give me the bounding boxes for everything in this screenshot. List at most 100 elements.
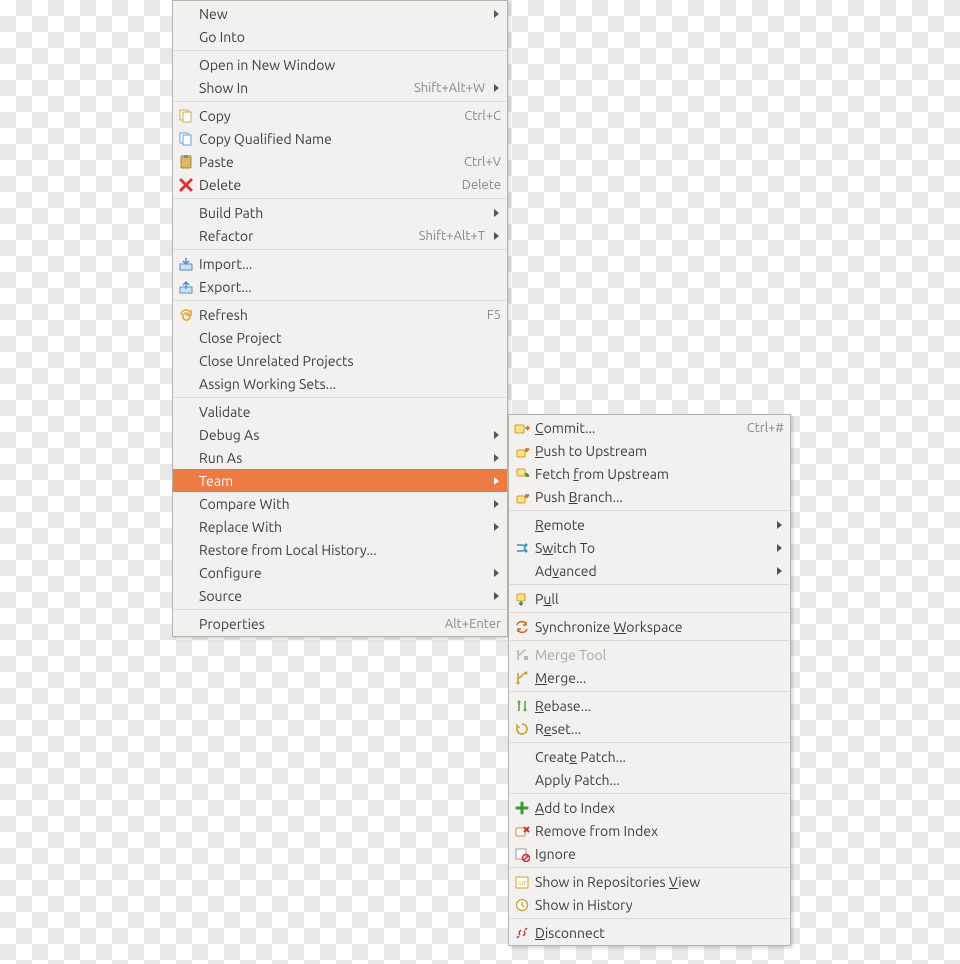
menu-debug-as[interactable]: Debug As <box>173 423 507 446</box>
menu-refactor[interactable]: RefactorShift+Alt+T <box>173 224 507 247</box>
menu-run-as[interactable]: Run As <box>173 446 507 469</box>
menu-go-into[interactable]: Go Into <box>173 25 507 48</box>
team-disconnect-label: Disconnect <box>535 925 784 941</box>
menu-copy-label: Copy <box>199 108 452 124</box>
menu-copy-accel: Ctrl+C <box>464 109 501 123</box>
menu-replace-with[interactable]: Replace With <box>173 515 507 538</box>
menu-close-unrel[interactable]: Close Unrelated Projects <box>173 349 507 372</box>
team-disconnect[interactable]: Disconnect <box>509 921 790 944</box>
menu-team-label: Team <box>199 473 485 489</box>
git-push-icon <box>513 489 531 505</box>
menu-separator <box>510 510 789 511</box>
menu-refresh-label: Refresh <box>199 307 475 323</box>
paste-icon <box>177 154 195 170</box>
menu-delete-label: Delete <box>199 177 450 193</box>
blank-icon <box>513 517 531 533</box>
menu-paste-accel: Ctrl+V <box>464 155 501 169</box>
team-push-up[interactable]: Push to Upstream <box>509 439 790 462</box>
menu-restore-hist[interactable]: Restore from Local History... <box>173 538 507 561</box>
team-rebase[interactable]: Rebase... <box>509 694 790 717</box>
menu-assign-ws-label: Assign Working Sets... <box>199 376 501 392</box>
menu-run-as-label: Run As <box>199 450 485 466</box>
team-advanced[interactable]: Advanced <box>509 559 790 582</box>
menu-validate[interactable]: Validate <box>173 400 507 423</box>
team-merge-tool-label: Merge Tool <box>535 647 784 663</box>
submenu-arrow-icon <box>491 83 501 93</box>
menu-configure-label: Configure <box>199 565 485 581</box>
menu-export[interactable]: Export... <box>173 275 507 298</box>
team-remote[interactable]: Remote <box>509 513 790 536</box>
git-sync-icon <box>513 619 531 635</box>
team-show-repos-label: Show in Repositories View <box>535 874 784 890</box>
submenu-arrow-icon <box>774 520 784 530</box>
blank-icon <box>177 330 195 346</box>
team-show-repos[interactable]: GIT Show in Repositories View <box>509 870 790 893</box>
menu-open-new-window-label: Open in New Window <box>199 57 501 73</box>
menu-separator <box>174 198 506 199</box>
menu-debug-as-label: Debug As <box>199 427 485 443</box>
team-sync-ws-label: Synchronize Workspace <box>535 619 784 635</box>
team-sync-ws[interactable]: Synchronize Workspace <box>509 615 790 638</box>
copy-qual-icon <box>177 131 195 147</box>
menu-team[interactable]: Team <box>173 469 507 492</box>
team-reset[interactable]: Reset... <box>509 717 790 740</box>
context-menu: New Go Into Open in New Window Show InShift… <box>172 0 508 637</box>
team-add-index[interactable]: Add to Index <box>509 796 790 819</box>
blank-icon <box>177 6 195 22</box>
menu-open-new-window[interactable]: Open in New Window <box>173 53 507 76</box>
team-create-patch-label: Create Patch... <box>535 749 784 765</box>
team-rm-index[interactable]: Remove from Index <box>509 819 790 842</box>
refresh-icon <box>177 307 195 323</box>
menu-configure[interactable]: Configure <box>173 561 507 584</box>
team-rm-index-label: Remove from Index <box>535 823 784 839</box>
menu-properties-accel: Alt+Enter <box>445 617 501 631</box>
menu-refactor-label: Refactor <box>199 228 407 244</box>
menu-delete[interactable]: DeleteDelete <box>173 173 507 196</box>
submenu-arrow-icon <box>491 9 501 19</box>
git-commit-icon <box>513 420 531 436</box>
team-fetch-up[interactable]: Fetch from Upstream <box>509 462 790 485</box>
blank-icon <box>177 404 195 420</box>
menu-refresh[interactable]: RefreshF5 <box>173 303 507 326</box>
svg-text:GIT: GIT <box>518 880 528 887</box>
submenu-arrow-icon <box>491 453 501 463</box>
menu-copy-qname[interactable]: Copy Qualified Name <box>173 127 507 150</box>
team-push-branch[interactable]: Push Branch... <box>509 485 790 508</box>
submenu-arrow-icon <box>491 208 501 218</box>
blank-icon <box>177 588 195 604</box>
team-create-patch[interactable]: Create Patch... <box>509 745 790 768</box>
menu-compare-with[interactable]: Compare With <box>173 492 507 515</box>
delete-icon <box>177 177 195 193</box>
menu-separator <box>174 609 506 610</box>
blank-icon <box>177 80 195 96</box>
git-pull-icon <box>513 591 531 607</box>
menu-separator <box>510 612 789 613</box>
menu-new[interactable]: New <box>173 2 507 25</box>
team-apply-patch[interactable]: Apply Patch... <box>509 768 790 791</box>
blank-icon <box>177 29 195 45</box>
team-pull[interactable]: Pull <box>509 587 790 610</box>
team-commit[interactable]: Commit...Ctrl+# <box>509 416 790 439</box>
team-merge[interactable]: Merge... <box>509 666 790 689</box>
team-switch-to[interactable]: Switch To <box>509 536 790 559</box>
menu-properties[interactable]: PropertiesAlt+Enter <box>173 612 507 635</box>
menu-new-label: New <box>199 6 485 22</box>
team-show-hist[interactable]: Show in History <box>509 893 790 916</box>
menu-copy[interactable]: Copy Ctrl+C <box>173 104 507 127</box>
blank-icon <box>177 376 195 392</box>
menu-restore-hist-label: Restore from Local History... <box>199 542 501 558</box>
menu-separator <box>174 101 506 102</box>
menu-show-in[interactable]: Show InShift+Alt+W <box>173 76 507 99</box>
git-push-icon <box>513 443 531 459</box>
menu-close-proj[interactable]: Close Project <box>173 326 507 349</box>
menu-assign-ws[interactable]: Assign Working Sets... <box>173 372 507 395</box>
menu-build-path[interactable]: Build Path <box>173 201 507 224</box>
blank-icon <box>177 542 195 558</box>
menu-import[interactable]: Import... <box>173 252 507 275</box>
team-ignore[interactable]: Ignore <box>509 842 790 865</box>
submenu-arrow-icon <box>491 231 501 241</box>
menu-source[interactable]: Source <box>173 584 507 607</box>
menu-paste[interactable]: PasteCtrl+V <box>173 150 507 173</box>
menu-go-into-label: Go Into <box>199 29 501 45</box>
export-icon <box>177 279 195 295</box>
